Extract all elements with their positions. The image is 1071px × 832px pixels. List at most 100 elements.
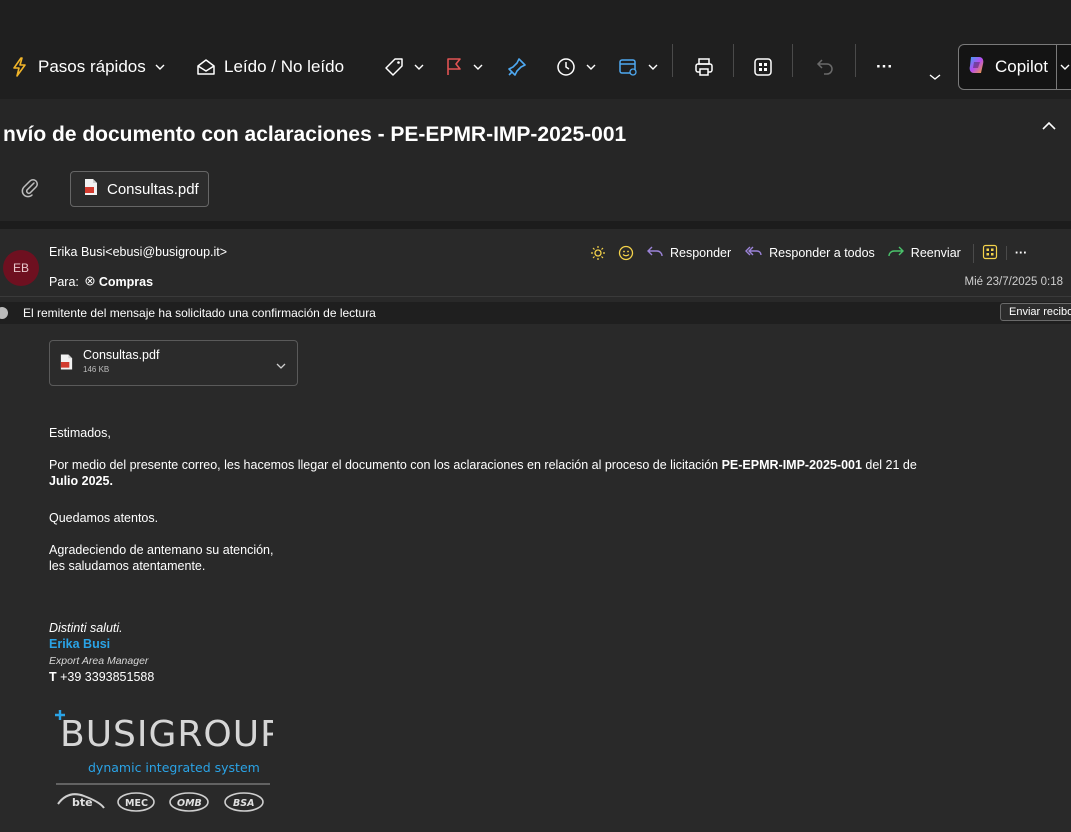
flag-button[interactable] xyxy=(444,34,484,99)
apps-icon xyxy=(982,244,998,263)
move-folder-icon xyxy=(617,56,639,78)
attentive-line: Quedamos atentos. xyxy=(49,511,159,525)
busigroup-logo: BUSIGROUP dynamic integrated system bte … xyxy=(48,702,282,822)
reply-label: Responder xyxy=(670,246,732,260)
ribbon-toolbar: Pasos rápidos Leído / No leído ··· Copil… xyxy=(0,34,1071,99)
body-paragraph: Por medio del presente correo, les hacem… xyxy=(49,457,1059,489)
group-icon xyxy=(85,275,95,289)
reply-button[interactable]: Responder xyxy=(646,245,731,262)
email-subject: nvío de documento con aclaraciones - PE-… xyxy=(3,123,627,146)
lightning-icon xyxy=(10,56,30,78)
toolbar-separator xyxy=(792,44,793,77)
body-text-lead: Por medio del presente correo, les hacem… xyxy=(49,458,722,472)
greeting: Estimados, xyxy=(49,426,111,440)
flag-icon xyxy=(444,56,464,78)
reply-all-button[interactable]: Responder a todos xyxy=(743,245,875,262)
signature-phone-line: T +39 3393851588 xyxy=(49,669,154,685)
message-date: Mié 23/7/2025 0:18 xyxy=(964,276,1063,288)
svg-text:MEC: MEC xyxy=(125,798,148,809)
chevron-down-icon xyxy=(928,73,942,81)
reply-icon xyxy=(646,245,664,262)
undo-button[interactable] xyxy=(814,34,836,99)
chevron-down-icon xyxy=(413,63,425,71)
chevron-down-icon xyxy=(472,63,484,71)
attachment-chip[interactable]: Consultas.pdf xyxy=(70,171,209,207)
signature-name: Erika Busi xyxy=(49,637,111,651)
clock-icon xyxy=(555,56,577,78)
recipients: Para: Compras xyxy=(49,275,153,289)
message-actions: Responder Responder a todos Reenviar ··· xyxy=(590,242,1039,264)
envelope-open-icon xyxy=(195,57,217,77)
tender-reference: PE-EPMR-IMP-2025-001 xyxy=(721,458,862,472)
read-receipt-text: El remitente del mensaje ha solicitado u… xyxy=(23,306,376,320)
print-button[interactable] xyxy=(693,34,715,99)
chevron-down-icon xyxy=(154,63,166,71)
chevron-down-icon xyxy=(585,63,597,71)
pdf-icon xyxy=(83,178,99,200)
sun-icon[interactable] xyxy=(590,245,606,261)
body-text-tail: del 21 de xyxy=(861,458,917,472)
title-strip xyxy=(0,0,1071,34)
collapse-button[interactable] xyxy=(1040,119,1058,137)
reply-all-icon xyxy=(743,245,763,262)
signature-phone: +39 3393851588 xyxy=(60,670,155,684)
paperclip-icon xyxy=(20,177,40,204)
info-icon xyxy=(0,307,8,319)
move-button[interactable] xyxy=(617,34,659,99)
categorize-button[interactable] xyxy=(383,34,425,99)
send-receipt-button[interactable]: Enviar recibo xyxy=(1000,303,1071,321)
reply-all-label: Responder a todos xyxy=(769,246,875,260)
chevron-up-icon xyxy=(1040,119,1058,136)
more-options-label: ··· xyxy=(876,56,893,76)
snooze-button[interactable] xyxy=(555,34,597,99)
toolbar-separator xyxy=(672,44,673,77)
read-receipt-bar: El remitente del mensaje ha solicitado u… xyxy=(0,302,1071,324)
apps-button[interactable] xyxy=(752,34,774,99)
to-label: Para: xyxy=(49,275,79,289)
pdf-icon xyxy=(59,353,74,376)
toolbar-separator xyxy=(733,44,734,77)
more-options-button[interactable]: ··· xyxy=(876,34,893,99)
forward-button[interactable]: Reenviar xyxy=(887,245,961,262)
read-unread-button[interactable]: Leído / No leído xyxy=(195,34,344,99)
thanks-line-1: Agradeciendo de antemano su atención, xyxy=(49,543,274,557)
quick-steps-button[interactable]: Pasos rápidos xyxy=(10,34,166,99)
phone-label: T xyxy=(49,670,57,684)
attachment-name: Consultas.pdf xyxy=(83,348,160,362)
copilot-label: Copilot xyxy=(995,57,1048,76)
subject-area: nvío de documento con aclaraciones - PE-… xyxy=(0,99,1071,221)
body-text-date: Julio 2025. xyxy=(49,474,113,488)
chevron-down-icon[interactable] xyxy=(275,357,287,375)
print-icon xyxy=(693,56,715,78)
svg-text:bte: bte xyxy=(72,796,93,809)
svg-text:dynamic integrated system: dynamic integrated system xyxy=(88,760,260,775)
message-pane: EB Erika Busi<ebusi@busigroup.it> Para: … xyxy=(0,229,1071,832)
svg-text:BUSIGROUP: BUSIGROUP xyxy=(60,714,273,755)
emoji-icon[interactable] xyxy=(618,245,634,261)
pin-icon xyxy=(506,56,528,78)
message-more-button[interactable]: ··· xyxy=(1005,246,1027,260)
svg-text:OMB: OMB xyxy=(177,798,202,809)
header-divider xyxy=(0,296,1071,297)
read-unread-label: Leído / No leído xyxy=(224,56,345,76)
forward-icon xyxy=(887,245,905,262)
copilot-button[interactable]: Copilot xyxy=(958,44,1071,90)
pin-button[interactable] xyxy=(506,34,528,99)
attachment-card[interactable]: Consultas.pdf 146 KB xyxy=(49,340,298,386)
forward-label: Reenviar xyxy=(910,246,961,260)
chevron-down-icon xyxy=(647,63,659,71)
chevron-down-icon[interactable] xyxy=(1055,45,1070,89)
thanks-line-2: les saludamos atentamente. xyxy=(49,559,206,573)
svg-text:BSA: BSA xyxy=(233,798,254,809)
toolbar-separator xyxy=(855,44,856,77)
apps-icon xyxy=(752,56,774,78)
copilot-icon xyxy=(965,53,989,82)
sender-name[interactable]: Erika Busi<ebusi@busigroup.it> xyxy=(49,245,227,259)
to-recipient[interactable]: Compras xyxy=(99,275,153,289)
avatar[interactable]: EB xyxy=(3,250,39,286)
signature-closing: Distinti saluti. xyxy=(49,621,123,635)
apps-action-button[interactable] xyxy=(972,243,998,263)
signature-role: Export Area Manager xyxy=(49,655,149,667)
quick-steps-label: Pasos rápidos xyxy=(38,56,146,76)
section-gap xyxy=(0,221,1071,229)
